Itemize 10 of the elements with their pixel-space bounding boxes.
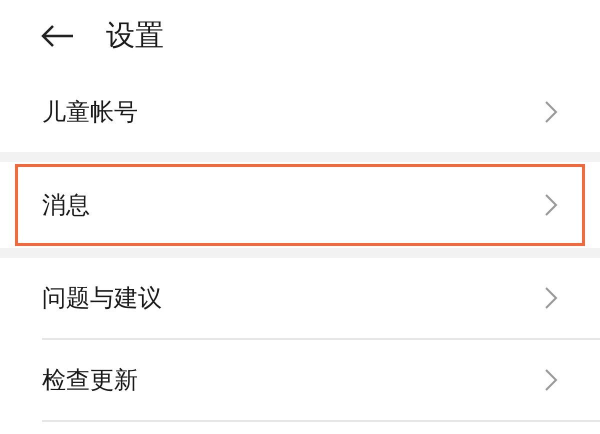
chevron-icon xyxy=(544,100,558,124)
settings-item[interactable]: 检查更新 xyxy=(0,340,600,420)
settings-item[interactable]: 问题与建议 xyxy=(0,258,600,338)
chevron-icon xyxy=(544,193,558,217)
highlighted-settings-item[interactable]: 消息 xyxy=(15,164,585,246)
page-title: 设置 xyxy=(106,17,164,54)
settings-item[interactable]: 儿童帐号 xyxy=(0,72,600,152)
chevron-icon xyxy=(544,368,558,392)
back-icon[interactable] xyxy=(40,24,74,48)
chevron-icon xyxy=(544,286,558,310)
